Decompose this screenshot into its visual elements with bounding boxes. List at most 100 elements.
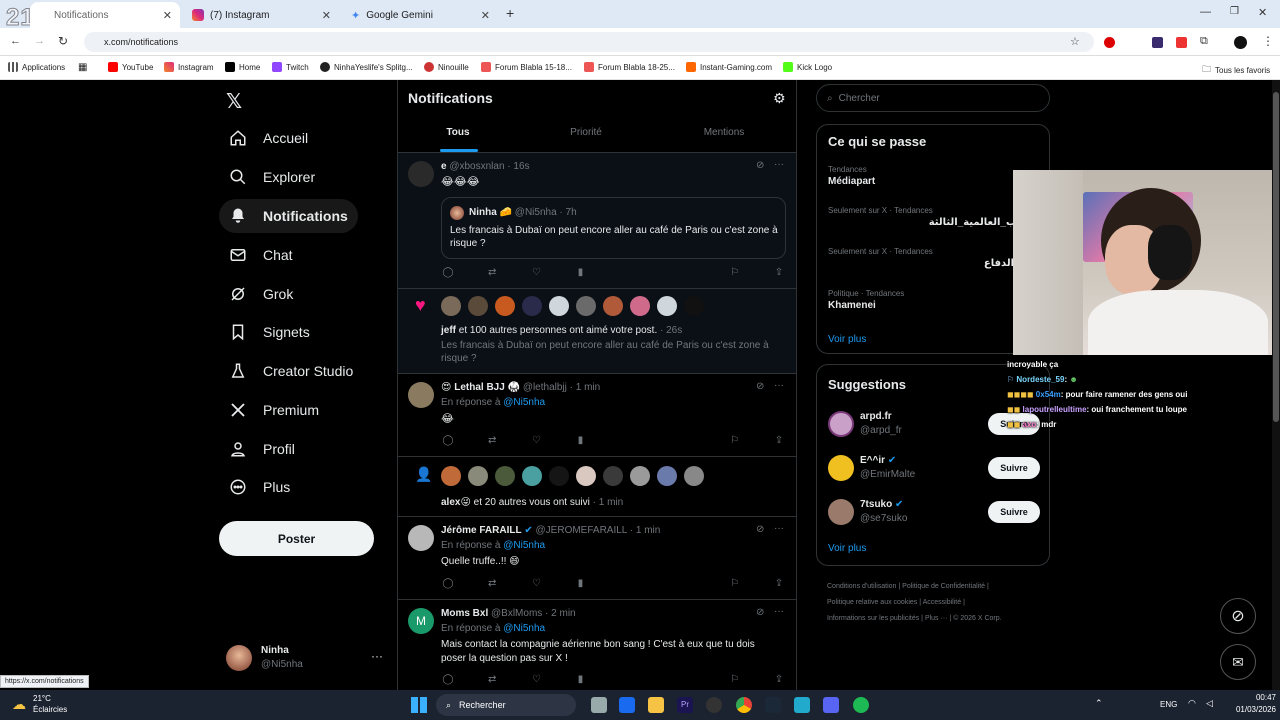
extension-icon[interactable] [1176, 37, 1187, 48]
nav-more[interactable]: Plus [219, 470, 300, 504]
tab-notifications[interactable]: Notifications ✕ [30, 2, 180, 28]
notification-reply[interactable]: M Moms Bxl @BxlMoms · 2 min ⊘ ··· En rép… [398, 600, 796, 690]
scrollbar[interactable] [1272, 80, 1280, 690]
share-icon[interactable]: ⇪ [772, 435, 786, 447]
notification-reply[interactable]: Jérôme FARAILL ✔ @JEROMEFARAILL · 1 min … [398, 517, 796, 600]
nav-chat[interactable]: Chat [219, 238, 303, 272]
bookmark-icon[interactable]: ⚐ [728, 267, 742, 279]
bookmark-icon[interactable]: ⚐ [728, 435, 742, 447]
like-icon[interactable]: ♡ [529, 267, 543, 279]
premiere-icon[interactable]: Pr [677, 697, 693, 713]
star-icon[interactable]: ☆ [1070, 35, 1080, 48]
more-icon[interactable]: ··· [371, 649, 383, 663]
bookmark-forum-18-25[interactable]: Forum Blabla 18-25... [584, 62, 675, 72]
trend-item[interactable]: Tendances Médiapart [828, 165, 1038, 187]
file-explorer-icon[interactable] [648, 697, 664, 713]
views-icon[interactable]: ▮ [573, 578, 587, 590]
footer-link[interactable]: Plus ··· [925, 615, 948, 622]
more-icon[interactable]: ··· [774, 380, 784, 391]
reload-icon[interactable]: ↻ [58, 34, 68, 48]
nav-home[interactable]: Accueil [219, 121, 318, 155]
notification-likes[interactable]: ♥ jeff et 100 autres personnes ont aimé … [398, 289, 796, 374]
tray-chevron-icon[interactable]: ⌃ [1095, 698, 1103, 709]
nav-bookmarks[interactable]: Signets [219, 315, 320, 349]
app-icon[interactable] [794, 697, 810, 713]
close-icon[interactable]: ✕ [163, 9, 172, 22]
volume-icon[interactable]: ◁ [1206, 698, 1213, 709]
discord-icon[interactable] [823, 697, 839, 713]
wifi-icon[interactable]: ◠ [1188, 698, 1196, 709]
account-switcher[interactable]: Ninha @Ni5nha ··· [226, 643, 386, 673]
nav-creator-studio[interactable]: Creator Studio [219, 354, 363, 388]
reply-icon[interactable]: ◯ [441, 435, 455, 447]
retweet-icon[interactable]: ⇄ [485, 674, 499, 686]
task-view-icon[interactable] [591, 697, 607, 713]
new-tab-button[interactable]: + [506, 5, 514, 21]
share-icon[interactable]: ⇪ [772, 267, 786, 279]
footer-link[interactable]: Politique relative aux cookies [827, 599, 917, 606]
grok-icon[interactable]: ⊘ [756, 524, 764, 535]
nav-notifications[interactable]: Notifications [219, 199, 358, 233]
chrome-icon[interactable] [736, 697, 752, 713]
trend-item[interactable]: Seulement sur X · Tendances الدفاع [828, 247, 1038, 269]
extension-icon[interactable] [1152, 37, 1163, 48]
scrollbar-thumb[interactable] [1273, 92, 1279, 422]
notification-follows[interactable]: 👤 alex😜 et 20 autres vous ont suivi · 1 … [398, 457, 796, 517]
like-icon[interactable]: ♡ [529, 578, 543, 590]
windows-start-icon[interactable] [411, 697, 427, 713]
tab-priority[interactable]: Priorité [526, 118, 646, 152]
reply-icon[interactable]: ◯ [441, 674, 455, 686]
nav-grok[interactable]: Grok [219, 277, 303, 311]
clock-date[interactable]: 01/03/2026 [1222, 705, 1276, 714]
grok-float-button[interactable]: ⊘ [1220, 598, 1256, 634]
bookmark-twitch[interactable]: Twitch [272, 62, 309, 72]
footer-link[interactable]: Politique de Confidentialité [902, 583, 985, 590]
quoted-tweet[interactable]: Ninha 🧀 @Ni5nha · 7h Les francais à Duba… [441, 197, 786, 259]
bookmark-forum-15-18[interactable]: Forum Blabla 15-18... [481, 62, 572, 72]
retweet-icon[interactable]: ⇄ [485, 578, 499, 590]
views-icon[interactable]: ▮ [573, 435, 587, 447]
footer-link[interactable]: Conditions d'utilisation [827, 583, 896, 590]
reply-mention[interactable]: @Ni5nha [503, 540, 545, 551]
bookmark-icon[interactable]: ⚐ [728, 578, 742, 590]
steam-icon[interactable] [765, 697, 781, 713]
footer-link[interactable]: Informations sur les publicités [827, 615, 919, 622]
bookmark-instant-gaming[interactable]: Instant-Gaming.com [686, 62, 772, 72]
bookmark-applications[interactable]: Applications [8, 62, 65, 72]
x-logo-icon[interactable]: 𝕏 [226, 89, 242, 114]
reply-mention[interactable]: @Ni5nha [503, 397, 545, 408]
grok-icon[interactable]: ⊘ [756, 160, 764, 171]
like-icon[interactable]: ♡ [529, 435, 543, 447]
reply-icon[interactable]: ◯ [441, 578, 455, 590]
suggestion-row[interactable]: E^^ir ✔ @EmirMalte Suivre [828, 453, 1042, 483]
more-icon[interactable]: ··· [774, 523, 784, 534]
retweet-icon[interactable]: ⇄ [485, 435, 499, 447]
suggestion-row[interactable]: 7tsuko ✔ @se7suko Suivre [828, 497, 1042, 527]
taskbar-search[interactable]: ⌕ Rechercher [436, 694, 576, 716]
bookmark-splitgate[interactable]: NinhaYeslife's Splitg... [320, 62, 413, 72]
profile-avatar[interactable] [1234, 36, 1247, 49]
bookmark-home[interactable]: Home [225, 62, 260, 72]
bookmark-youtube[interactable]: YouTube [108, 62, 153, 72]
notification-reply[interactable]: 😍 Lethal BJJ 🥋 @lethalbjj · 1 min ⊘ ··· … [398, 374, 796, 457]
menu-icon[interactable]: ⋮ [1262, 34, 1274, 48]
lang-indicator[interactable]: ENG [1160, 700, 1177, 709]
grok-icon[interactable]: ⊘ [756, 607, 764, 618]
trend-item[interactable]: Politique · Tendances Khamenei [828, 289, 1038, 311]
nav-profile[interactable]: Profil [219, 432, 305, 466]
extension-opera-icon[interactable] [1104, 37, 1115, 48]
more-icon[interactable]: ··· [774, 606, 784, 617]
post-button[interactable]: Poster [219, 521, 374, 556]
app-icon[interactable] [619, 697, 635, 713]
bookmark-kick[interactable]: Kick Logo [783, 62, 832, 72]
clock-time[interactable]: 00:47 [1226, 693, 1276, 702]
retweet-icon[interactable]: ⇄ [485, 267, 499, 279]
share-icon[interactable]: ⇪ [772, 578, 786, 590]
tab-instagram[interactable]: (7) Instagram ✕ [184, 2, 339, 28]
bookmark-icon[interactable]: ⚐ [728, 674, 742, 686]
all-bookmarks[interactable]: 🗀 Tous les favoris [1202, 62, 1270, 78]
forward-icon[interactable]: → [34, 35, 45, 47]
more-icon[interactable]: ··· [774, 159, 784, 170]
footer-link[interactable]: Accessibilité [923, 599, 962, 606]
grid-icon[interactable]: ▦ [78, 62, 87, 73]
